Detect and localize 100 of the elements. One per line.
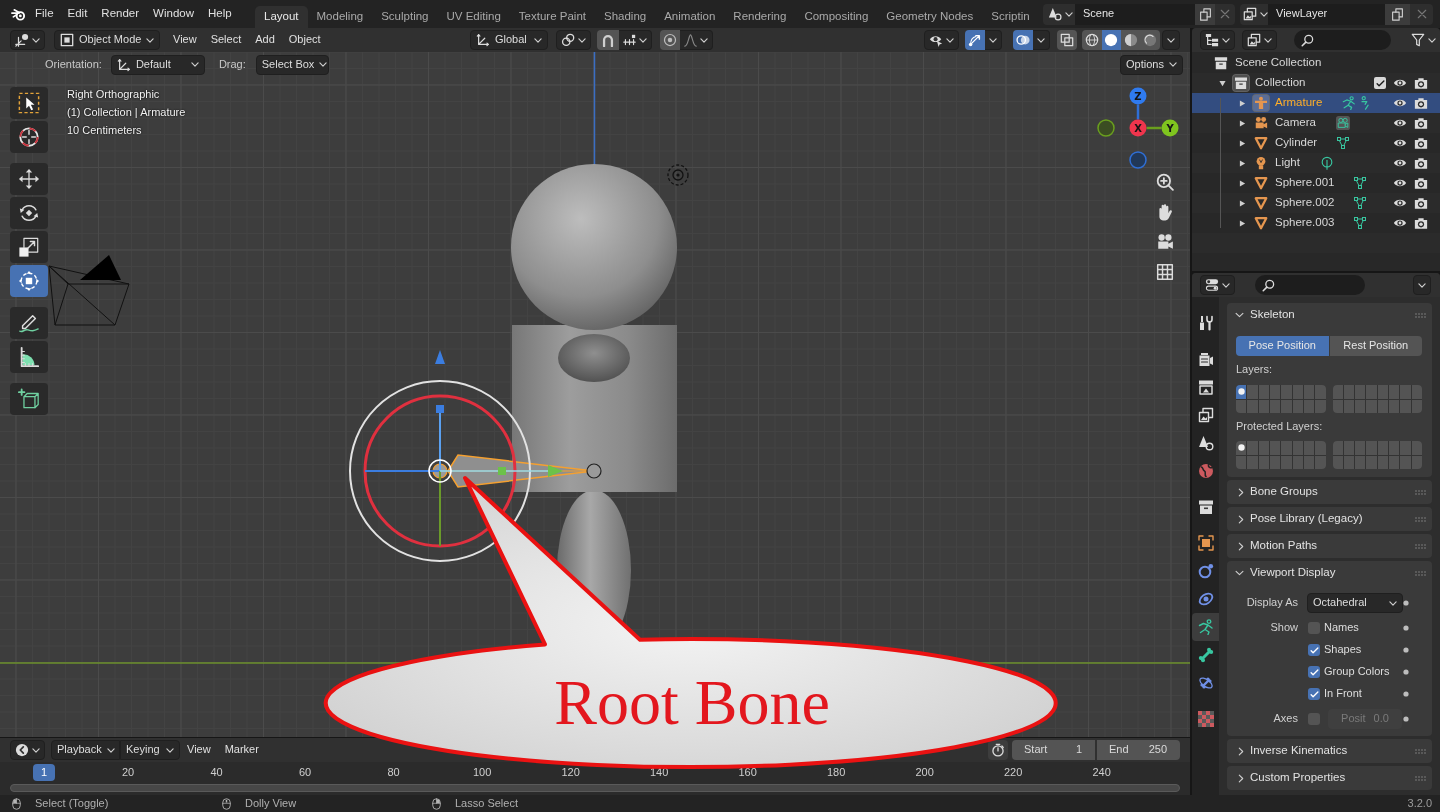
menu-item[interactable]: Help [201,4,239,24]
shading-mode-button[interactable] [1082,30,1102,50]
camera-icon[interactable] [1414,76,1428,90]
shading-mode-button[interactable] [1121,30,1141,50]
layer-toggle[interactable] [1258,385,1269,399]
end-frame-field[interactable]: End 250 [1097,740,1180,760]
panel-header[interactable]: Viewport Display [1227,561,1432,585]
workspace-tab[interactable]: Rendering [724,6,796,28]
zoom-icon[interactable] [1156,173,1174,191]
disclosure-triangle-icon[interactable] [1239,119,1246,127]
workspace-tab[interactable]: Sculpting [372,6,438,28]
shading-mode-button[interactable] [1140,30,1160,50]
workspace-tab[interactable]: UV Editing [437,6,510,28]
layer-toggle[interactable] [1366,441,1377,455]
close-button[interactable] [1410,3,1433,25]
layer-toggle[interactable] [1247,455,1258,469]
tree-row[interactable]: Sphere.001 [1192,173,1440,193]
layer-toggle[interactable] [1355,399,1366,413]
tree-row[interactable]: Sphere.003 [1192,213,1440,233]
workspace-tab[interactable]: Texture Paint [509,6,595,28]
grip-dots-icon[interactable] [1415,312,1426,318]
options-dropdown[interactable]: Options [1120,54,1183,75]
tool-button[interactable] [10,197,48,229]
layer-toggle[interactable] [1247,399,1258,413]
checkbox[interactable] [1308,688,1320,700]
decorator-dot-icon[interactable] [1403,647,1409,653]
disclosure-triangle-icon[interactable] [1239,139,1246,147]
decorator-dot-icon[interactable] [1403,600,1409,606]
grip-dots-icon[interactable] [1415,748,1426,754]
editor-type-button[interactable] [10,740,45,760]
layer-toggle[interactable] [1236,399,1247,413]
layer-toggle[interactable] [1236,455,1247,469]
layer-toggle[interactable] [1281,441,1292,455]
layer-toggle[interactable] [1389,455,1400,469]
tree-row[interactable]: Sphere.002 [1192,193,1440,213]
triangle-icon[interactable] [1254,216,1268,230]
layer-toggle[interactable] [1400,385,1411,399]
light-bulb-icon[interactable] [1254,156,1268,170]
layer-toggle[interactable] [1292,385,1303,399]
segment-button[interactable]: Rest Position [1329,336,1422,356]
view-layer-filter-dropdown[interactable] [1242,30,1277,50]
axis-ball[interactable]: Y [1161,119,1179,137]
camera-icon[interactable] [1414,96,1428,110]
transform-gizmo-drawing[interactable] [349,350,563,562]
layer-toggle[interactable] [1389,441,1400,455]
tool-button[interactable] [10,87,48,119]
camera-outline-icon[interactable] [1335,116,1350,130]
layer-toggle[interactable] [1377,455,1389,469]
preview-range-toggle[interactable] [988,740,1008,760]
tree-row[interactable]: Scene Collection [1192,53,1440,73]
layer-toggle[interactable] [1366,399,1377,413]
layer-toggle[interactable] [1315,441,1326,455]
layer-toggle[interactable] [1411,455,1422,469]
snap-target-dropdown[interactable] [619,30,652,50]
layer-toggle[interactable] [1269,455,1281,469]
gizmo-dropdown[interactable] [985,30,1002,50]
tool-button[interactable] [10,383,48,415]
properties-tab[interactable] [1192,613,1219,641]
layer-toggle[interactable] [1343,385,1355,399]
layer-toggle[interactable] [1315,385,1326,399]
vertex-triangle-icon[interactable] [1354,217,1367,229]
grip-dots-icon[interactable] [1415,570,1426,576]
camera-icon[interactable] [1414,196,1428,210]
editor-type-button[interactable] [1200,275,1235,295]
layer-toggle[interactable] [1281,455,1292,469]
falloff-dropdown[interactable] [680,30,713,50]
layer-toggle[interactable] [1258,455,1269,469]
shading-mode-button[interactable] [1101,30,1121,50]
grid-icon[interactable] [1156,263,1174,281]
layer-toggle[interactable] [1343,441,1355,455]
layer-toggle[interactable] [1411,441,1422,455]
menu-item[interactable]: Marker [217,740,266,760]
layer-toggle[interactable] [1366,385,1377,399]
layer-toggle[interactable] [1332,399,1343,413]
scene-name-field[interactable]: Scene [1075,3,1195,25]
light-outline-icon[interactable] [1319,156,1334,170]
vertex-triangle-icon[interactable] [1337,137,1350,149]
layer-toggle[interactable] [1303,455,1315,469]
drag-dropdown[interactable]: Select Box [255,54,329,75]
layer-toggle[interactable] [1389,399,1400,413]
workspace-tab[interactable]: Compositing [795,6,878,28]
layer-toggle[interactable] [1315,399,1326,413]
checkbox[interactable] [1308,666,1320,678]
running-figure-icon[interactable] [1342,96,1357,110]
snap-toggle[interactable] [597,30,619,50]
display-mode-dropdown[interactable] [1200,30,1235,50]
workspace-tab[interactable]: Scriptin [982,6,1032,28]
segment-button[interactable]: Pose Position [1236,336,1329,356]
layer-toggle[interactable] [1355,455,1366,469]
vertex-triangle-icon[interactable] [1354,177,1367,189]
disclosure-triangle-icon[interactable] [1239,219,1246,227]
tool-button[interactable] [10,307,48,339]
mode-dropdown[interactable]: Object Mode [54,30,160,50]
layer-toggle[interactable] [1332,385,1343,399]
layer-toggle[interactable] [1332,441,1343,455]
layer-toggle[interactable] [1303,385,1315,399]
layer-toggle[interactable] [1303,399,1315,413]
disclosure-triangle-icon[interactable] [1239,179,1246,187]
panel-header[interactable]: Motion Paths [1227,534,1432,558]
disclosure-triangle-icon[interactable] [1219,79,1226,87]
